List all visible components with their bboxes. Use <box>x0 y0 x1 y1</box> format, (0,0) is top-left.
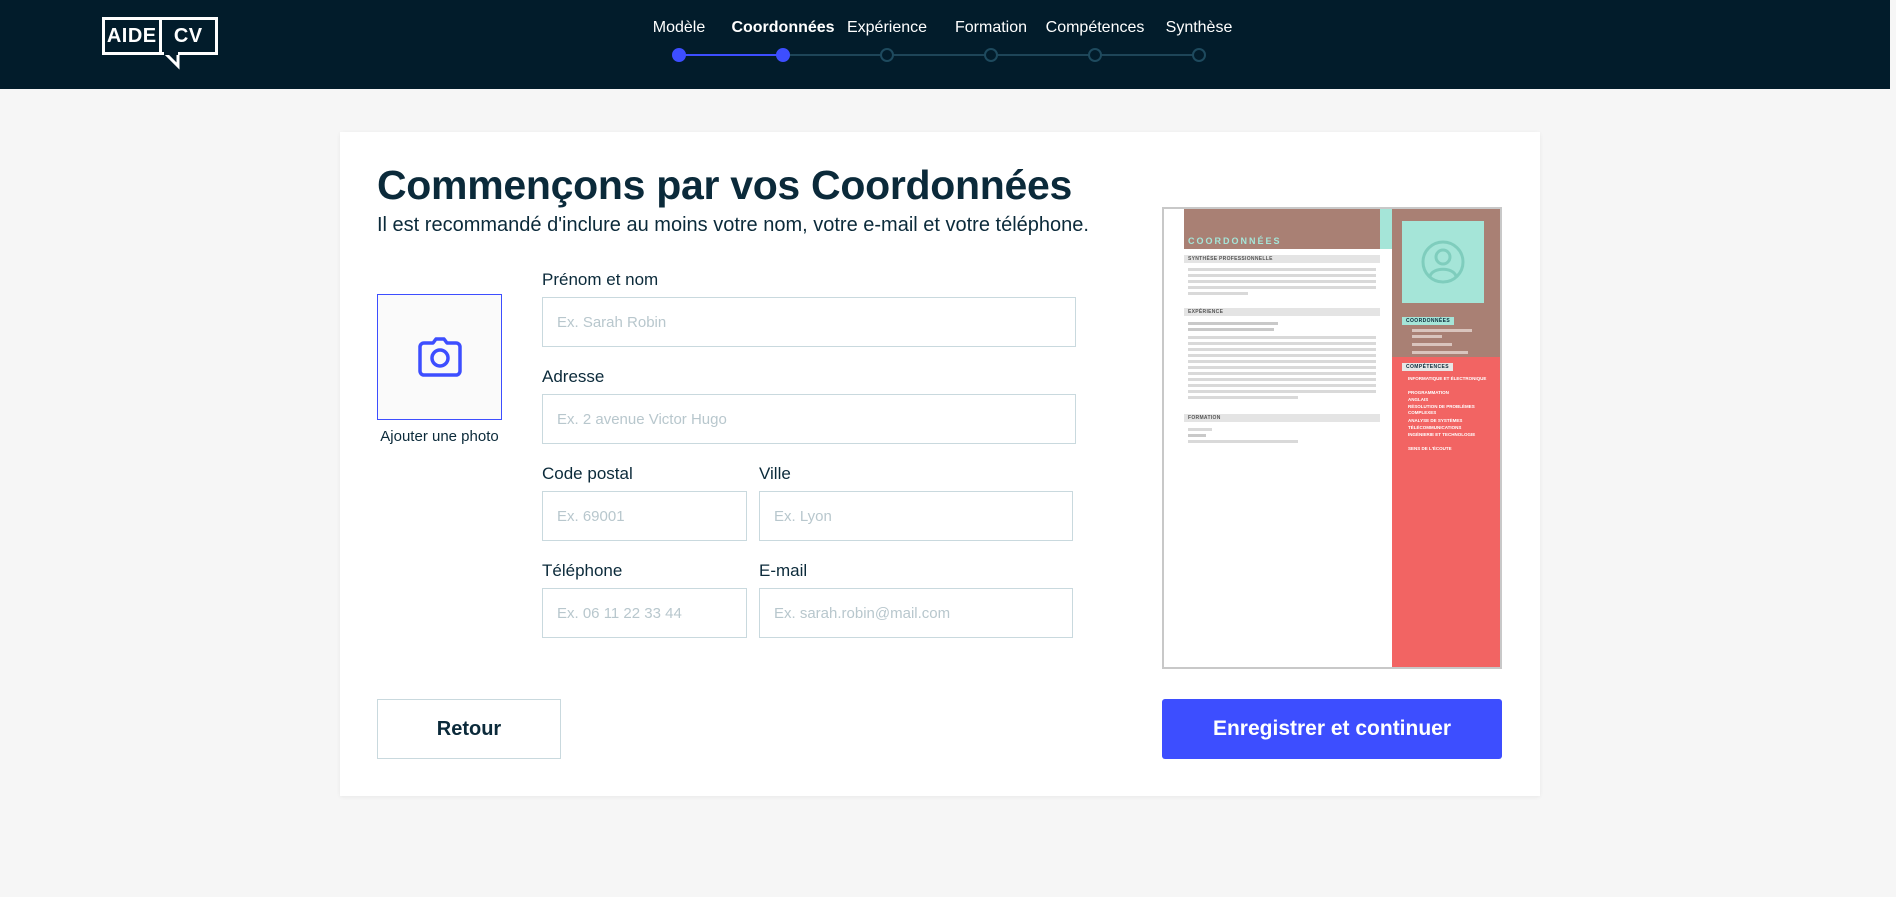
contact-form-card: Commençons par vos Coordonnées Il est re… <box>340 132 1540 796</box>
progress-steps: Modèle Coordonnées Expérience Formation … <box>0 0 1890 89</box>
cv-preview-text-line <box>1188 396 1298 399</box>
step-label-synthese[interactable]: Synthèse <box>1166 19 1233 37</box>
cv-template-preview: COORDONNÉES COORDONNÉES COMPÉTENCES INFO… <box>1162 207 1502 669</box>
address-label: Adresse <box>542 367 605 386</box>
cv-preview-skill: INGÉNIERIE ET TECHNOLOGIE <box>1408 432 1476 437</box>
page-title: Commençons par vos Coordonnées <box>377 162 1072 208</box>
cv-preview-text-line <box>1188 366 1376 369</box>
cv-preview-skill: PROGRAMMATION <box>1408 390 1449 395</box>
cv-preview-text-line <box>1188 440 1298 443</box>
step-label-coordonnees[interactable]: Coordonnées <box>731 19 834 37</box>
cv-preview-section-summary: SYNTHÈSE PROFESSIONNELLE <box>1184 255 1380 263</box>
add-photo-button[interactable] <box>377 294 502 420</box>
phone-field[interactable] <box>542 588 747 638</box>
step-dot-experience[interactable] <box>880 48 894 62</box>
name-label: Prénom et nom <box>542 270 659 289</box>
cv-preview-header-title: COORDONNÉES <box>1188 236 1282 246</box>
cv-preview-skill: SENS DE L'ÉCOUTE <box>1408 446 1452 451</box>
cv-preview-text-line <box>1188 292 1248 295</box>
cv-preview-text-line <box>1188 378 1376 381</box>
cv-preview-section-education: FORMATION <box>1184 414 1380 422</box>
cv-preview-skill: ANALYSE DE SYSTÈMES <box>1408 418 1463 423</box>
cv-preview-text-line <box>1188 372 1376 375</box>
top-navigation-bar: AIDE CV Modèle Coordonnées Expérience Fo… <box>0 0 1890 89</box>
cv-preview-text-line <box>1188 280 1376 283</box>
cv-preview-text-line <box>1188 384 1376 387</box>
cv-preview-text-line <box>1188 328 1274 331</box>
cv-preview-section-experience: EXPÉRIENCE <box>1184 308 1380 316</box>
cv-preview-text-line <box>1188 336 1376 339</box>
step-dot-modele[interactable] <box>672 48 686 62</box>
cv-preview-contact-line <box>1412 329 1472 332</box>
step-dot-synthese[interactable] <box>1192 48 1206 62</box>
cv-preview-skill: TÉLÉCOMMUNICATIONS <box>1408 425 1462 430</box>
postal-code-field[interactable] <box>542 491 747 541</box>
step-label-formation[interactable]: Formation <box>955 19 1027 37</box>
cv-preview-skill: ANGLAIS <box>1408 397 1429 402</box>
save-and-continue-button[interactable]: Enregistrer et continuer <box>1162 699 1502 759</box>
cv-preview-skills-heading: COMPÉTENCES <box>1402 363 1454 371</box>
postal-code-label: Code postal <box>542 464 633 483</box>
address-field[interactable] <box>542 394 1076 444</box>
cv-preview-text-line <box>1188 354 1376 357</box>
cv-preview-skill: INFORMATIQUE ET ÉLECTRONIQUE <box>1408 376 1487 381</box>
step-label-modele[interactable]: Modèle <box>653 19 705 37</box>
step-dot-coordonnees[interactable] <box>776 48 790 62</box>
add-photo-label: Ajouter une photo <box>380 428 499 445</box>
step-dot-formation[interactable] <box>984 48 998 62</box>
camera-icon <box>417 337 462 377</box>
city-field[interactable] <box>759 491 1073 541</box>
cv-preview-text-line <box>1188 322 1278 325</box>
page-subtitle: Il est recommandé d'inclure au moins vot… <box>377 214 1089 236</box>
phone-label: Téléphone <box>542 561 623 580</box>
cv-preview-contact-line <box>1412 351 1468 354</box>
cv-preview-text-line <box>1188 428 1212 431</box>
cv-preview-skill: RÉSOLUTION DE PROBLÈMES COMPLEXES <box>1408 404 1475 415</box>
cv-preview-text-line <box>1188 274 1376 277</box>
cv-preview-accent-strip <box>1380 209 1392 249</box>
email-label: E-mail <box>759 561 808 580</box>
cv-preview-contact-heading: COORDONNÉES <box>1402 317 1455 325</box>
city-label: Ville <box>759 464 791 483</box>
cv-preview-text-line <box>1188 342 1376 345</box>
cv-preview-text-line <box>1188 390 1376 393</box>
cv-preview-text-line <box>1188 434 1206 437</box>
cv-preview-text-line <box>1188 286 1376 289</box>
cv-preview-contact-line <box>1412 335 1442 338</box>
user-avatar-icon <box>1402 221 1484 303</box>
step-label-experience[interactable]: Expérience <box>847 19 927 37</box>
email-field[interactable] <box>759 588 1073 638</box>
step-track-done <box>679 54 783 56</box>
back-button[interactable]: Retour <box>377 699 561 759</box>
step-dot-competences[interactable] <box>1088 48 1102 62</box>
cv-preview-contact-line <box>1412 343 1452 346</box>
name-field[interactable] <box>542 297 1076 347</box>
cv-preview-text-line <box>1188 360 1376 363</box>
cv-preview-text-line <box>1188 348 1376 351</box>
step-label-competences[interactable]: Compétences <box>1046 19 1145 37</box>
cv-preview-text-line <box>1188 268 1376 271</box>
